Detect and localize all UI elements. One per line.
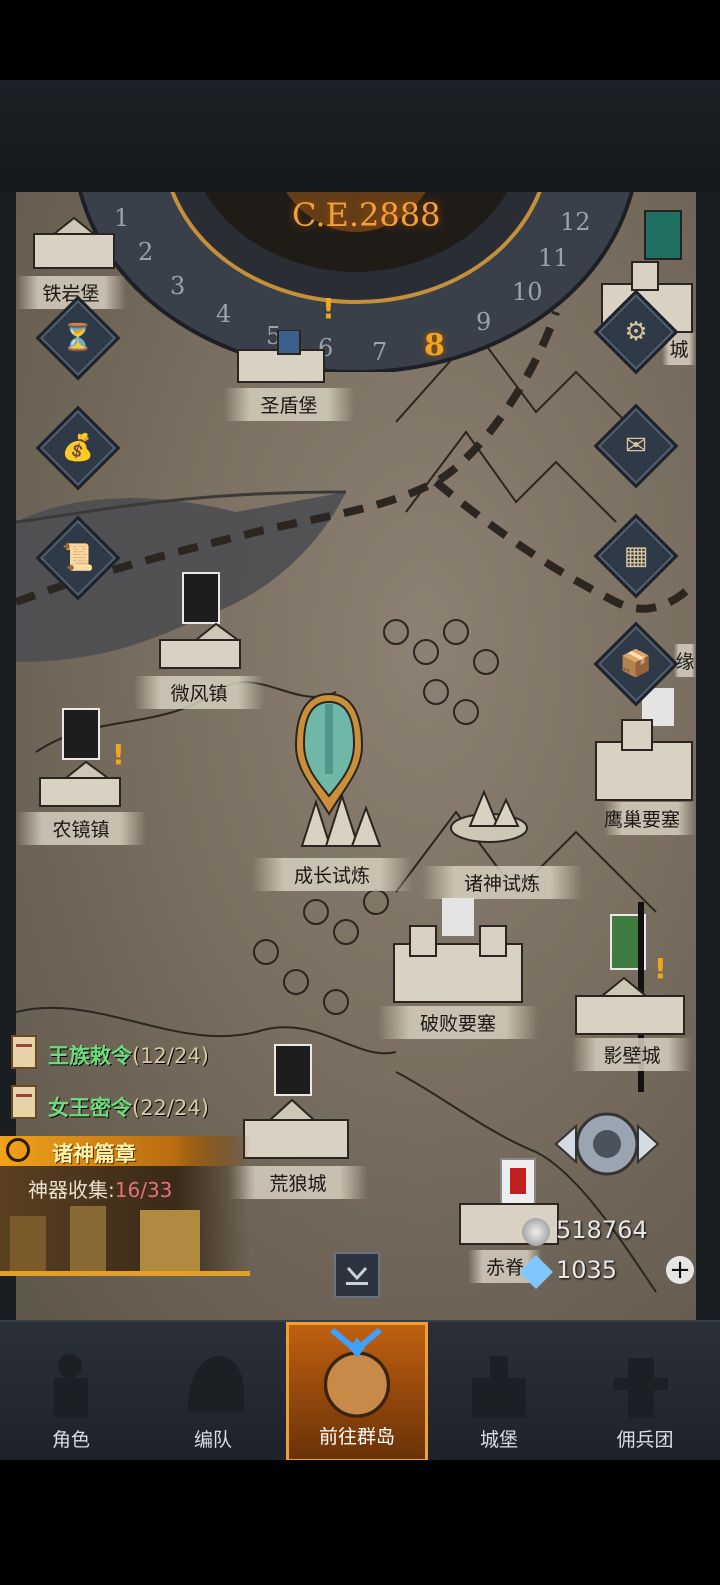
location-label-nongjing[interactable]: 农镜镇 (16, 812, 146, 845)
faction-banner-icon (274, 1044, 312, 1096)
quest-title: 女王密令 (48, 1096, 132, 1120)
location-label-yingchao[interactable]: 鹰巢要塞 (604, 802, 696, 835)
month-8-current[interactable]: 8 (424, 328, 445, 363)
collapse-button[interactable] (334, 1252, 380, 1298)
warrior-statues-icon (10, 1206, 200, 1276)
quest-title: 王族敕令 (48, 1044, 132, 1068)
scroll-icon: 📜 (61, 543, 95, 573)
nav-item-castle[interactable]: 城堡 (428, 1322, 570, 1462)
huanglang-city-icon[interactable] (240, 1092, 352, 1162)
silver-coin-icon (522, 1218, 550, 1246)
plus-icon: + (669, 1255, 691, 1285)
header-strip (0, 80, 720, 192)
faction-banner-icon (182, 572, 220, 624)
chevron-down-icon (346, 1266, 368, 1285)
location-label-zhushen[interactable]: 诸神试炼 (422, 866, 582, 899)
quest-progress: (22/24) (132, 1096, 209, 1120)
active-indicator-icon (330, 1327, 382, 1354)
nav-label-formation: 编队 (193, 1429, 232, 1451)
shengdun-castle-icon[interactable] (232, 330, 332, 386)
artifact-label: 神器收集: (28, 1178, 115, 1202)
diamond-amount: 1035 (556, 1256, 618, 1284)
month-ring[interactable]: 1 2 3 4 5 6 7 8 9 10 11 12 (106, 202, 606, 372)
month-2[interactable]: 2 (138, 238, 153, 266)
nongjing-town-icon[interactable] (36, 758, 126, 810)
month-12[interactable]: 12 (560, 208, 591, 236)
location-label-weifeng[interactable]: 微风镇 (134, 676, 264, 709)
system-bar (0, 1460, 720, 1585)
yingbi-city-icon[interactable] (572, 976, 688, 1038)
month-10[interactable]: 10 (512, 278, 543, 306)
chapter-subtitle: 神器收集:16/33 (28, 1174, 172, 1203)
chapter-title: 诸神篇章 (52, 1142, 136, 1166)
money-bag-icon: 💰 (61, 433, 95, 463)
scroll-icon (11, 1035, 37, 1069)
location-label-chengzhang[interactable]: 成长试炼 (252, 858, 412, 891)
month-11[interactable]: 11 (538, 244, 569, 272)
scroll-icon (11, 1085, 37, 1119)
supplies-icon: 📦 (619, 649, 653, 679)
trial-forest-icon[interactable] (282, 792, 382, 852)
grid-icon: ▦ (623, 541, 649, 571)
pobai-fortress-icon[interactable] (390, 912, 526, 1006)
mercenary-icon (614, 1358, 668, 1418)
location-label-shengdun[interactable]: 圣盾堡 (224, 388, 354, 421)
add-diamond-button[interactable]: + (666, 1256, 694, 1284)
castle-icon (472, 1356, 526, 1418)
location-label-yingbi[interactable]: 影壁城 (572, 1038, 692, 1071)
month-7[interactable]: 7 (372, 338, 387, 366)
location-label-edge-yuan[interactable]: 缘 (674, 644, 696, 677)
helmet-icon (188, 1356, 244, 1412)
chapter-panel[interactable]: 诸神篇章 神器收集:16/33 (0, 1136, 250, 1276)
gear-icon: ⚙ (624, 317, 648, 347)
locate-control-icon[interactable] (552, 1102, 662, 1186)
frame-right (696, 192, 720, 1320)
nav-label-character: 角色 (51, 1429, 90, 1451)
knight-icon (54, 1354, 88, 1418)
status-bar (0, 0, 720, 80)
quest-queen-secret[interactable]: 女王密令(22/24) (48, 1092, 209, 1122)
hourglass-icon: ⏳ (61, 323, 95, 353)
nav-label-castle: 城堡 (479, 1429, 518, 1451)
silver-amount: 518764 (556, 1216, 648, 1244)
top-right-banner-icon (644, 210, 682, 260)
nav-item-mercenary[interactable]: 佣兵团 (570, 1322, 720, 1462)
nav-label-archipelago: 前往群岛 (318, 1426, 395, 1448)
weifeng-town-icon[interactable] (156, 622, 246, 672)
tieyan-castle-icon[interactable] (24, 212, 124, 274)
nav-label-mercenary: 佣兵团 (616, 1429, 674, 1451)
month-9[interactable]: 9 (476, 308, 491, 336)
location-label-pobai[interactable]: 破败要塞 (378, 1006, 538, 1039)
faction-banner-icon (62, 708, 100, 760)
month-3[interactable]: 3 (170, 272, 185, 300)
month-4[interactable]: 4 (216, 300, 231, 328)
nav-item-formation[interactable]: 编队 (142, 1322, 284, 1462)
artifact-progress: 16/33 (114, 1178, 173, 1202)
nav-item-character[interactable]: 角色 (0, 1322, 142, 1462)
yingchao-fortress-icon[interactable] (592, 712, 696, 804)
search-icon (6, 1138, 30, 1162)
chapter-bottom-glow (0, 1271, 250, 1276)
gods-trial-icon[interactable] (444, 778, 534, 852)
alert-icon: ! (322, 292, 335, 325)
mail-icon: ✉ (625, 431, 647, 461)
quest-royal-decree[interactable]: 王族敕令(12/24) (48, 1040, 209, 1070)
quest-progress: (12/24) (132, 1044, 209, 1068)
